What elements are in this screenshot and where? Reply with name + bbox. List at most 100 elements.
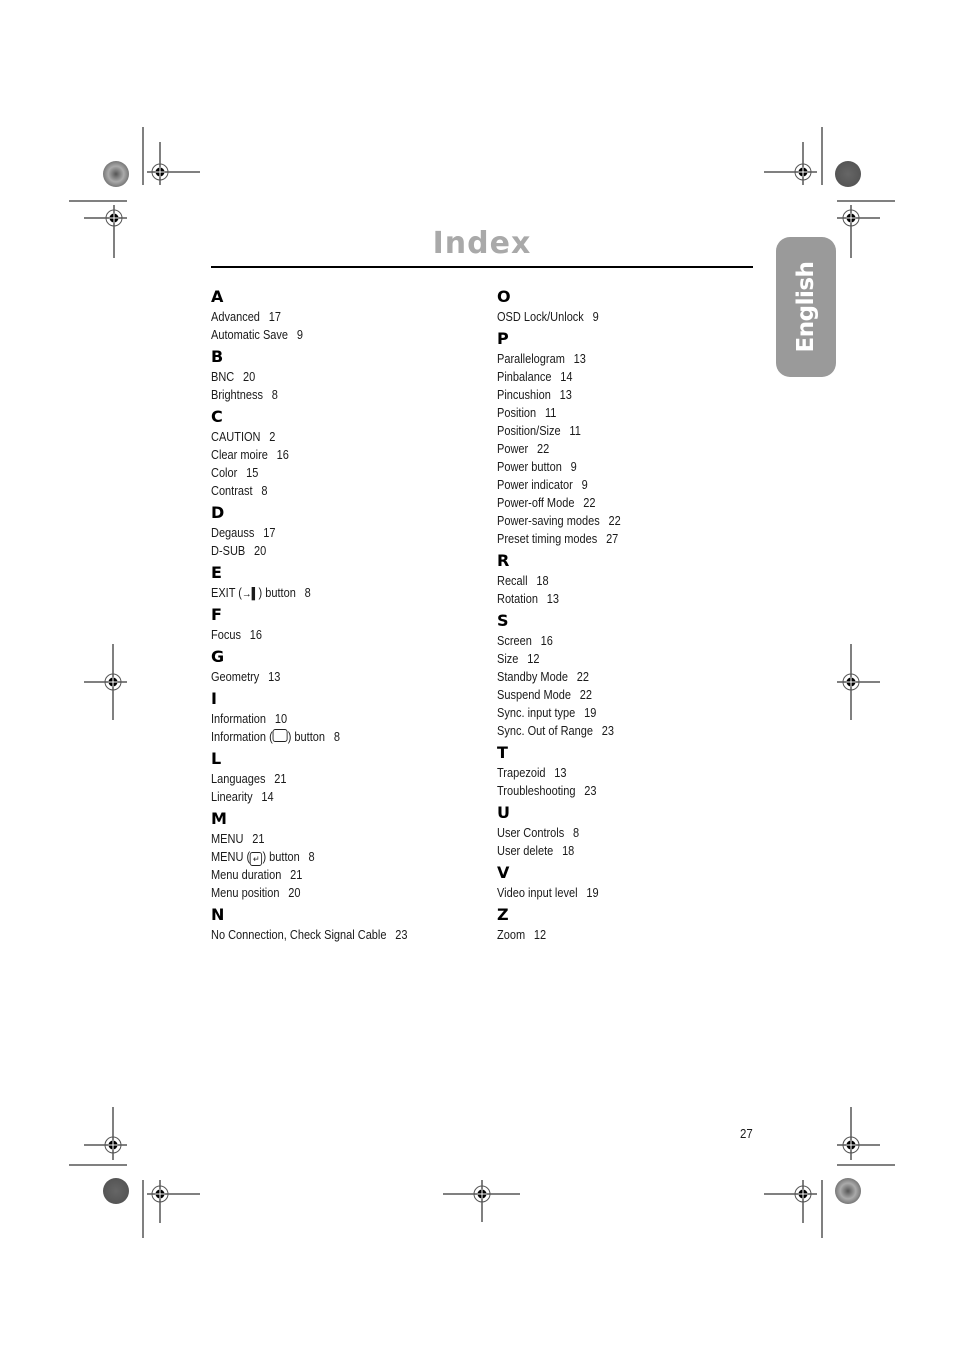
index-entry: D-SUB 20 [211, 542, 449, 560]
entry-term-suffix: ) button [287, 730, 326, 744]
entry-term: No Connection, Check Signal Cable [211, 928, 387, 942]
section-letter: E [211, 563, 222, 582]
entry-page-number: 27 [606, 532, 619, 546]
entry-page-number: 2 [269, 430, 276, 444]
entry-term: Sync. input type [497, 706, 576, 720]
section-letter: D [211, 503, 225, 522]
page-number: 27 [740, 1126, 753, 1141]
entry-page-number: 9 [592, 310, 599, 324]
entry-term: Sync. Out of Range [497, 724, 594, 738]
index-section-a: A Advanced 17 Automatic Save 9 [211, 286, 481, 344]
entry-page-number: 13 [546, 592, 560, 606]
entry-page-number: 22 [576, 670, 589, 684]
section-letter: T [497, 743, 508, 762]
entry-page-number: 22 [583, 496, 596, 510]
section-letter: B [211, 347, 224, 366]
index-section-o: O OSD Lock/Unlock 9 [497, 286, 767, 326]
index-entry: Sync. input type 19 [497, 704, 735, 722]
index-entry: Pinbalance 14 [497, 368, 735, 386]
entry-term: Position/Size [497, 424, 561, 438]
entry-page-number: 20 [254, 544, 267, 558]
entry-page-number: 16 [540, 634, 553, 648]
index-entry: Trapezoid 13 [497, 764, 735, 782]
entry-term: EXIT ( [211, 586, 242, 600]
index-section-m: M MENU 21 MENU (↵) button 8 Menu duration 21 Me… [211, 808, 481, 902]
index-entry: Position/Size 11 [497, 422, 735, 440]
section-letter: M [211, 809, 227, 828]
section-letter: C [211, 407, 223, 426]
entry-page-number: 12 [527, 652, 540, 666]
entry-page-number: 21 [290, 868, 303, 882]
section-letter: S [497, 611, 509, 630]
entry-term: OSD Lock/Unlock [497, 310, 584, 324]
entry-page-number: 8 [261, 484, 268, 498]
registration-mark-top-left [69, 127, 200, 258]
entry-page-number: 19 [586, 886, 599, 900]
index-entry: Linearity 14 [211, 788, 449, 806]
entry-page-number: 21 [274, 772, 287, 786]
entry-page-number: 14 [560, 370, 573, 384]
entry-term: D-SUB [211, 544, 246, 558]
entry-term-suffix: ) button [262, 850, 300, 864]
entry-term: Power button [497, 460, 562, 474]
entry-term: Pincushion [497, 388, 551, 402]
entry-term: Degauss [211, 526, 255, 540]
index-entry: Screen 16 [497, 632, 735, 650]
entry-term: Power [497, 442, 529, 456]
index-entry: Power-saving modes 22 [497, 512, 735, 530]
index-entry: CAUTION 2 [211, 428, 449, 446]
index-entry: Information () button 8 [211, 728, 449, 746]
color-wheel-icon [835, 1178, 861, 1204]
registration-mark-bottom-left [69, 1107, 200, 1238]
information-button-icon [272, 729, 288, 742]
index-column-right: O OSD Lock/Unlock 9 P Parallelogram 13 Pinbala… [497, 286, 767, 944]
index-entry: Geometry 13 [211, 668, 449, 686]
index-entry: Power indicator 9 [497, 476, 735, 494]
index-entry: Size 12 [497, 650, 735, 668]
entry-term: Menu position [211, 886, 280, 900]
section-letter: I [211, 689, 217, 708]
entry-term: Linearity [211, 790, 253, 804]
entry-page-number: 13 [573, 352, 586, 366]
index-entry: Parallelogram 13 [497, 350, 735, 368]
index-entry: Power 22 [497, 440, 735, 458]
menu-enter-icon: ↵ [250, 852, 263, 866]
entry-term: Preset timing modes [497, 532, 598, 546]
section-letter: R [497, 551, 510, 570]
index-entry: BNC 20 [211, 368, 449, 386]
index-section-f: F Focus 16 [211, 604, 481, 644]
registration-mark-mid-left [84, 644, 127, 720]
gray-patch-icon [103, 1178, 129, 1204]
index-entry: Languages 21 [211, 770, 449, 788]
entry-page-number: 23 [395, 928, 408, 942]
entry-page-number: 22 [608, 514, 621, 528]
entry-term: MENU ( [211, 850, 251, 864]
entry-term: Size [497, 652, 519, 666]
entry-term: Contrast [211, 484, 253, 498]
section-letter: A [211, 287, 224, 306]
index-entry: Menu position 20 [211, 884, 449, 902]
entry-page-number: 17 [268, 310, 281, 324]
entry-page-number: 18 [562, 844, 575, 858]
entry-term: Color [211, 466, 238, 480]
index-entry: Pincushion 13 [497, 386, 735, 404]
index-entry: Advanced 17 [211, 308, 449, 326]
index-entry: Color 15 [211, 464, 449, 482]
entry-term: Clear moire [211, 448, 268, 462]
language-tab-label: English [793, 261, 819, 353]
entry-page-number: 18 [536, 574, 549, 588]
entry-term: Trapezoid [497, 766, 546, 780]
entry-term: Suspend Mode [497, 688, 572, 702]
language-tab: English [776, 237, 836, 377]
index-section-n: N No Connection, Check Signal Cable 23 [211, 904, 481, 944]
entry-term: Rotation [497, 592, 538, 606]
entry-term: Advanced [211, 310, 260, 324]
registration-mark-bottom-center [443, 1180, 520, 1222]
entry-term: Focus [211, 628, 241, 642]
color-wheel-icon [103, 161, 129, 187]
entry-page-number: 13 [554, 766, 567, 780]
entry-page-number: 8 [304, 586, 311, 600]
entry-term: Geometry [211, 670, 260, 684]
entry-term: Parallelogram [497, 352, 565, 366]
entry-term: Information [211, 712, 267, 726]
